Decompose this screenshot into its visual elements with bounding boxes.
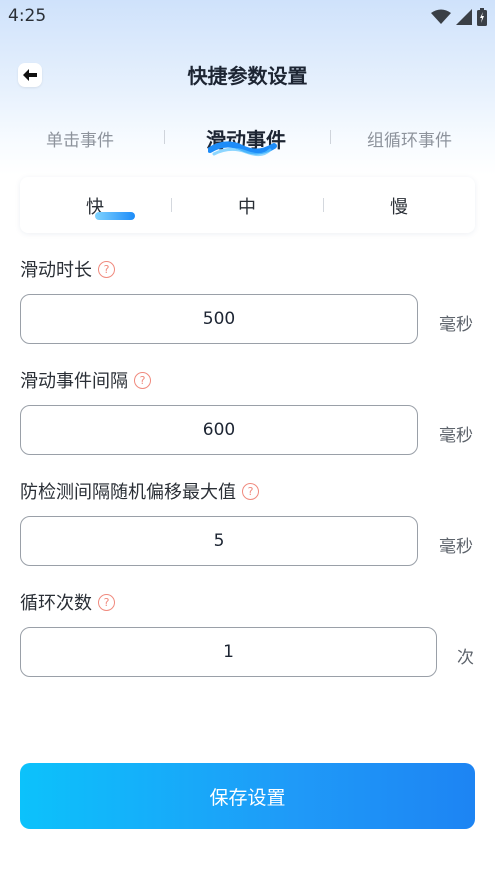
random-offset-unit: 毫秒 (439, 537, 473, 557)
tab-group-loop-event[interactable]: 组循环事件 (367, 126, 452, 151)
swipe-interval-label-text: 滑动事件间隔 (20, 371, 128, 392)
swipe-duration-label-text: 滑动时长 (20, 260, 92, 281)
swipe-duration-unit: 毫秒 (439, 315, 473, 335)
swipe-interval-input[interactable] (20, 405, 418, 455)
page-title: 快捷参数设置 (187, 64, 308, 88)
status-icons (431, 8, 487, 26)
speed-divider (171, 198, 172, 212)
swipe-interval-unit: 毫秒 (439, 426, 473, 446)
help-icon[interactable]: ? (98, 260, 115, 278)
help-icon[interactable]: ? (134, 371, 151, 389)
swipe-interval-label: 滑动事件间隔 ? (20, 367, 151, 393)
help-icon[interactable]: ? (242, 482, 259, 500)
speed-active-indicator (95, 212, 135, 220)
tab-divider (330, 130, 331, 144)
speed-option-slow[interactable]: 慢 (369, 193, 429, 219)
random-offset-label-text: 防检测间隔随机偏移最大值 (20, 482, 236, 503)
random-offset-input[interactable] (20, 516, 418, 566)
tab-click-event[interactable]: 单击事件 (46, 126, 114, 151)
speed-divider (323, 198, 324, 212)
save-settings-button[interactable]: 保存设置 (20, 763, 475, 829)
loop-count-label-text: 循环次数 (20, 593, 92, 614)
speed-selector: 快 中 慢 (20, 177, 475, 233)
tab-divider (164, 130, 165, 144)
status-bar: 4:25 (0, 0, 495, 34)
swipe-duration-label: 滑动时长 ? (20, 256, 115, 282)
help-icon[interactable]: ? (98, 593, 115, 611)
loop-count-input[interactable] (20, 627, 437, 677)
cellular-signal-icon (456, 9, 472, 25)
wifi-icon (431, 9, 451, 25)
loop-count-label: 循环次数 ? (20, 589, 115, 615)
status-time: 4:25 (8, 6, 47, 26)
active-tab-wave-indicator (208, 141, 277, 157)
quick-params-screen: 4:25 快捷参数设置 单击事件 滑动事件 组循环事件 快 中 慢 滑动时长 ?… (0, 0, 495, 881)
random-offset-label: 防检测间隔随机偏移最大值 ? (20, 478, 259, 504)
speed-option-medium[interactable]: 中 (217, 193, 277, 219)
battery-icon (477, 8, 487, 26)
swipe-duration-input[interactable] (20, 294, 418, 344)
loop-count-unit: 次 (457, 648, 474, 668)
